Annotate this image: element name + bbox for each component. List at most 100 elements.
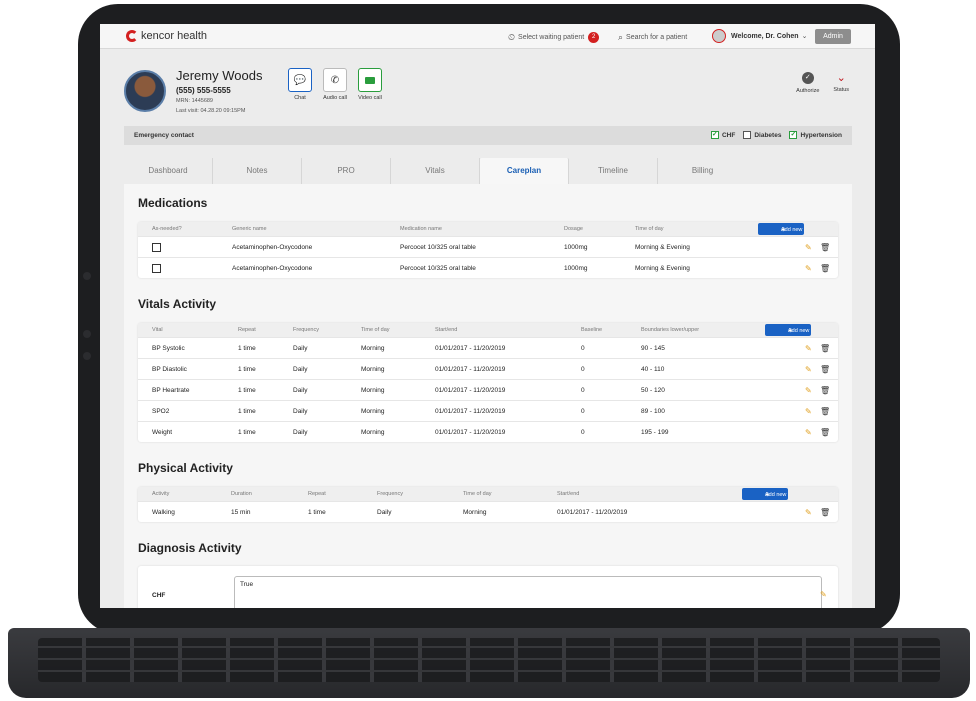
- table-cell: BP Systolic: [152, 345, 185, 352]
- trash-icon[interactable]: 🗑: [820, 502, 830, 523]
- table-cell: 0: [581, 366, 585, 373]
- column-header: Duration: [231, 491, 252, 497]
- trash-icon[interactable]: 🗑: [820, 237, 830, 258]
- table-header: Vital Repeat Frequency Time of day Start…: [138, 323, 838, 337]
- pencil-icon[interactable]: ✎: [805, 338, 812, 359]
- patient-last-visit: Last visit: 04.28.20 09:15PM: [176, 108, 246, 114]
- table-cell: Morning: [361, 366, 385, 373]
- table-row: Acetaminophen-Oxycodone Percocet 10/325 …: [138, 236, 838, 257]
- add-physical-activity-button[interactable]: Add new ⊕: [742, 488, 788, 500]
- diagnosis-value-field[interactable]: True: [234, 576, 822, 608]
- plus-circle-icon: ⊕: [765, 492, 770, 498]
- side-button: [83, 352, 91, 360]
- plus-circle-icon: ⊕: [781, 227, 786, 233]
- table-cell: 1 time: [238, 387, 256, 394]
- chat-label: Chat: [294, 95, 306, 101]
- patient-name: Jeremy Woods: [176, 68, 263, 83]
- add-medication-button[interactable]: Add new ⊕: [758, 223, 804, 235]
- condition-label: Hypertension: [800, 131, 842, 139]
- column-header: Frequency: [377, 491, 403, 497]
- patient-mrn: MRN: 1445689: [176, 98, 213, 104]
- emergency-contact-bar[interactable]: Emergency contact ✓ CHF Diabetes ✓ Hyper…: [124, 126, 852, 145]
- condition-chf[interactable]: ✓ CHF: [710, 131, 736, 139]
- as-needed-checkbox[interactable]: [152, 243, 161, 252]
- condition-hypertension[interactable]: ✓ Hypertension: [789, 131, 842, 139]
- emergency-contact-label: Emergency contact: [134, 132, 194, 139]
- column-header: Start/end: [557, 491, 580, 497]
- pencil-icon[interactable]: ✎: [805, 237, 812, 258]
- trash-icon[interactable]: 🗑: [820, 380, 830, 401]
- video-call-button[interactable]: Video call: [357, 68, 383, 101]
- vitals-activity-title: Vitals Activity: [138, 297, 217, 311]
- column-header: Medication name: [400, 226, 442, 232]
- pencil-icon[interactable]: ✎: [805, 258, 812, 279]
- video-call-label: Video call: [358, 95, 382, 101]
- table-cell: 50 - 120: [641, 387, 665, 394]
- status-label: Status: [833, 87, 849, 93]
- pencil-icon[interactable]: ✎: [805, 502, 812, 523]
- waiting-patient-select[interactable]: ⏲ Select waiting patient 2: [508, 32, 600, 43]
- diagnosis-value: True: [240, 581, 254, 588]
- pencil-icon[interactable]: ✎: [805, 359, 812, 380]
- waiting-count-badge: 2: [588, 32, 600, 43]
- status-button[interactable]: ⌄ Status: [833, 72, 849, 94]
- diagnosis-card: CHF True ✎: [138, 566, 838, 608]
- table-row: Weight 1 time Daily Morning 01/01/2017 -…: [138, 421, 838, 442]
- trash-icon[interactable]: 🗑: [820, 401, 830, 422]
- add-vital-button[interactable]: Add new ⊕: [765, 324, 811, 336]
- pencil-icon[interactable]: ✎: [820, 590, 827, 599]
- patient-status-actions: ✓ Authorize ⌄ Status: [796, 72, 849, 94]
- table-cell: 1000mg: [564, 244, 588, 251]
- condition-diabetes[interactable]: Diabetes: [743, 131, 781, 139]
- table-cell: Daily: [293, 345, 308, 352]
- trash-icon[interactable]: 🗑: [820, 422, 830, 443]
- physical-activity-title: Physical Activity: [138, 461, 233, 475]
- table-cell: 89 - 100: [641, 408, 665, 415]
- table-cell: Daily: [377, 509, 392, 516]
- user-menu[interactable]: Welcome, Dr. Cohen ⌄: [712, 29, 807, 43]
- tab-pro[interactable]: PRO: [302, 158, 391, 184]
- table-cell: Morning: [463, 509, 487, 516]
- tab-notes[interactable]: Notes: [213, 158, 302, 184]
- table-row: Acetaminophen-Oxycodone Percocet 10/325 …: [138, 257, 838, 278]
- tab-timeline[interactable]: Timeline: [569, 158, 658, 184]
- tab-billing[interactable]: Billing: [658, 158, 747, 184]
- diagnosis-activity-title: Diagnosis Activity: [138, 541, 242, 555]
- chat-icon: 💬: [293, 74, 307, 86]
- welcome-text: Welcome, Dr. Cohen: [731, 32, 799, 40]
- tab-careplan[interactable]: Careplan: [480, 158, 569, 184]
- pencil-icon[interactable]: ✎: [805, 380, 812, 401]
- table-cell: 0: [581, 408, 585, 415]
- table-cell: Morning: [361, 387, 385, 394]
- audio-call-label: Audio call: [323, 95, 347, 101]
- authorize-button[interactable]: ✓ Authorize: [796, 72, 819, 94]
- table-cell: 1000mg: [564, 265, 588, 272]
- patient-tabs: Dashboard Notes PRO Vitals Careplan Time…: [124, 158, 852, 184]
- table-cell: 01/01/2017 - 11/20/2019: [435, 429, 506, 436]
- tab-vitals[interactable]: Vitals: [391, 158, 480, 184]
- table-cell: 0: [581, 345, 585, 352]
- as-needed-checkbox[interactable]: [152, 264, 161, 273]
- column-header: As-needed?: [152, 226, 182, 232]
- table-cell: 195 - 199: [641, 429, 669, 436]
- condition-label: CHF: [721, 131, 736, 139]
- audio-call-button[interactable]: ✆ Audio call: [322, 68, 348, 101]
- brand-logo[interactable]: kencor health: [126, 30, 207, 42]
- chevron-down-icon: ⌄: [836, 72, 846, 84]
- trash-icon[interactable]: 🗑: [820, 359, 830, 380]
- trash-icon[interactable]: 🗑: [820, 258, 830, 279]
- admin-button[interactable]: Admin: [815, 29, 851, 44]
- pencil-icon[interactable]: ✎: [805, 401, 812, 422]
- table-cell: 01/01/2017 - 11/20/2019: [435, 366, 506, 373]
- checkbox-checked-icon: ✓: [710, 131, 719, 139]
- pencil-icon[interactable]: ✎: [805, 422, 812, 443]
- table-cell: BP Diastolic: [152, 366, 187, 373]
- trash-icon[interactable]: 🗑: [820, 338, 830, 359]
- chat-button[interactable]: 💬 Chat: [287, 68, 313, 101]
- table-cell: Morning: [361, 345, 385, 352]
- tab-dashboard[interactable]: Dashboard: [124, 158, 213, 184]
- physical-activity-table: Activity Duration Repeat Frequency Time …: [138, 487, 838, 522]
- column-header: Time of day: [463, 491, 492, 497]
- patient-search[interactable]: ⌕ Search for a patient: [618, 32, 687, 43]
- contact-actions: 💬 Chat ✆ Audio call Video call: [287, 68, 383, 101]
